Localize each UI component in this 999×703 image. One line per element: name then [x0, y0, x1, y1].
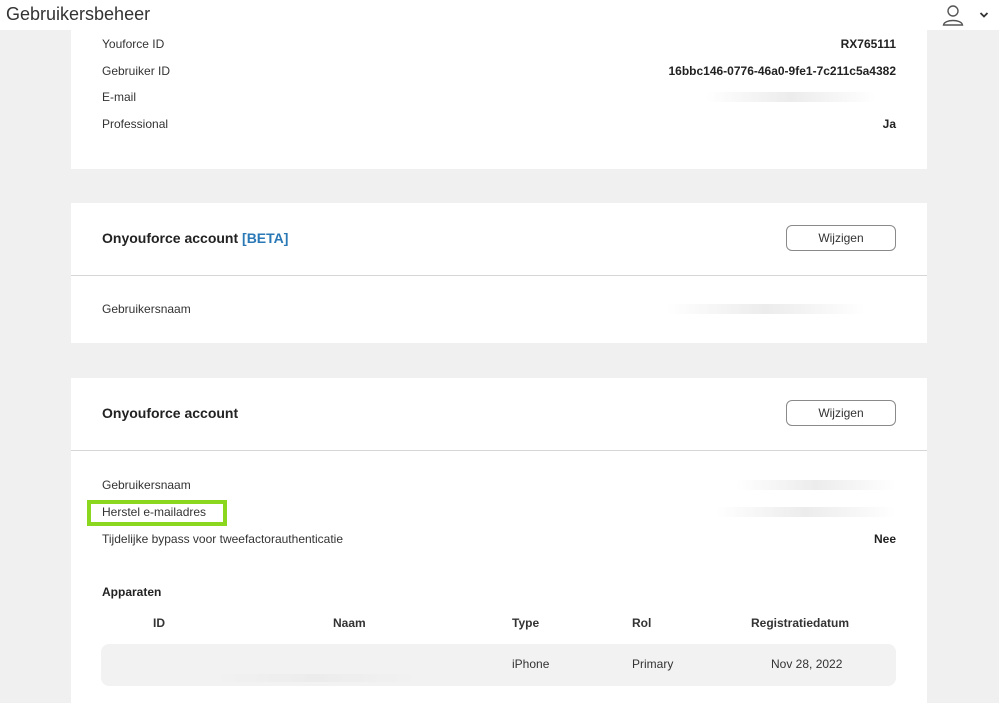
row-value: Ja [882, 117, 896, 131]
divider [71, 450, 927, 451]
page-title: Gebruikersbeheer [6, 4, 151, 24]
row-label: Herstel e-mailadres [102, 505, 207, 519]
cell-role: Primary [632, 657, 674, 671]
row-label: Professional [102, 117, 169, 131]
onyouforce-beta-card: Onyouforce account [BETA] Wijzigen Gebru… [71, 203, 927, 343]
cell-date: Nov 28, 2022 [771, 657, 843, 671]
profile-row-email: E-mail [102, 88, 896, 106]
card-title-text: Onyouforce account [102, 405, 239, 421]
chevron-down-icon[interactable] [979, 11, 989, 19]
card-title-text: Onyouforce account [102, 230, 239, 246]
column-header-role: Rol [632, 616, 652, 630]
row-value: RX765111 [840, 37, 896, 51]
row-label: Youforce ID [102, 37, 165, 51]
column-header-id: ID [153, 616, 165, 630]
card-title: Onyouforce account [102, 405, 238, 421]
redacted-value [211, 674, 421, 682]
user-menu[interactable] [941, 2, 989, 28]
row-value: 16bbc146-0776-46a0-9fe1-7c211c5a4382 [668, 64, 896, 78]
row-2fa-bypass: Tijdelijke bypass voor tweefactorauthent… [102, 530, 896, 548]
profile-card: Youforce ID RX765111 Gebruiker ID 16bbc1… [71, 30, 927, 169]
profile-row-youforce-id: Youforce ID RX765111 [102, 35, 896, 53]
divider [71, 275, 927, 276]
table-row[interactable]: iPhone Primary Nov 28, 2022 [101, 644, 896, 686]
onyouforce-card: Onyouforce account Wijzigen Gebruikersna… [71, 378, 927, 703]
row-value: Nee [873, 532, 896, 546]
cell-type: iPhone [512, 657, 550, 671]
beta-badge: [BETA] [242, 230, 289, 246]
redacted-value [736, 480, 896, 490]
profile-row-user-id: Gebruiker ID 16bbc146-0776-46a0-9fe1-7c2… [102, 62, 896, 80]
edit-button[interactable]: Wijzigen [786, 400, 896, 426]
devices-title: Apparaten [102, 585, 162, 599]
column-header-date: Registratiedatum [751, 616, 850, 630]
row-label: Tijdelijke bypass voor tweefactorauthent… [102, 532, 344, 546]
redacted-value [706, 92, 876, 102]
user-icon[interactable] [941, 3, 965, 27]
top-bar: Gebruikersbeheer [0, 0, 999, 30]
column-header-name: Naam [333, 616, 366, 630]
profile-row-professional: Professional Ja [102, 115, 896, 133]
row-username: Gebruikersnaam [102, 476, 896, 494]
edit-button[interactable]: Wijzigen [786, 225, 896, 251]
row-recovery-email: Herstel e-mailadres [102, 503, 896, 521]
row-username: Gebruikersnaam [102, 300, 896, 318]
column-header-type: Type [512, 616, 540, 630]
row-label: Gebruiker ID [102, 64, 171, 78]
row-label: Gebruikersnaam [102, 302, 191, 316]
redacted-value [666, 304, 866, 314]
redacted-value [716, 507, 896, 517]
card-title: Onyouforce account [BETA] [102, 230, 288, 246]
row-label: Gebruikersnaam [102, 478, 191, 492]
row-label: E-mail [102, 90, 137, 104]
